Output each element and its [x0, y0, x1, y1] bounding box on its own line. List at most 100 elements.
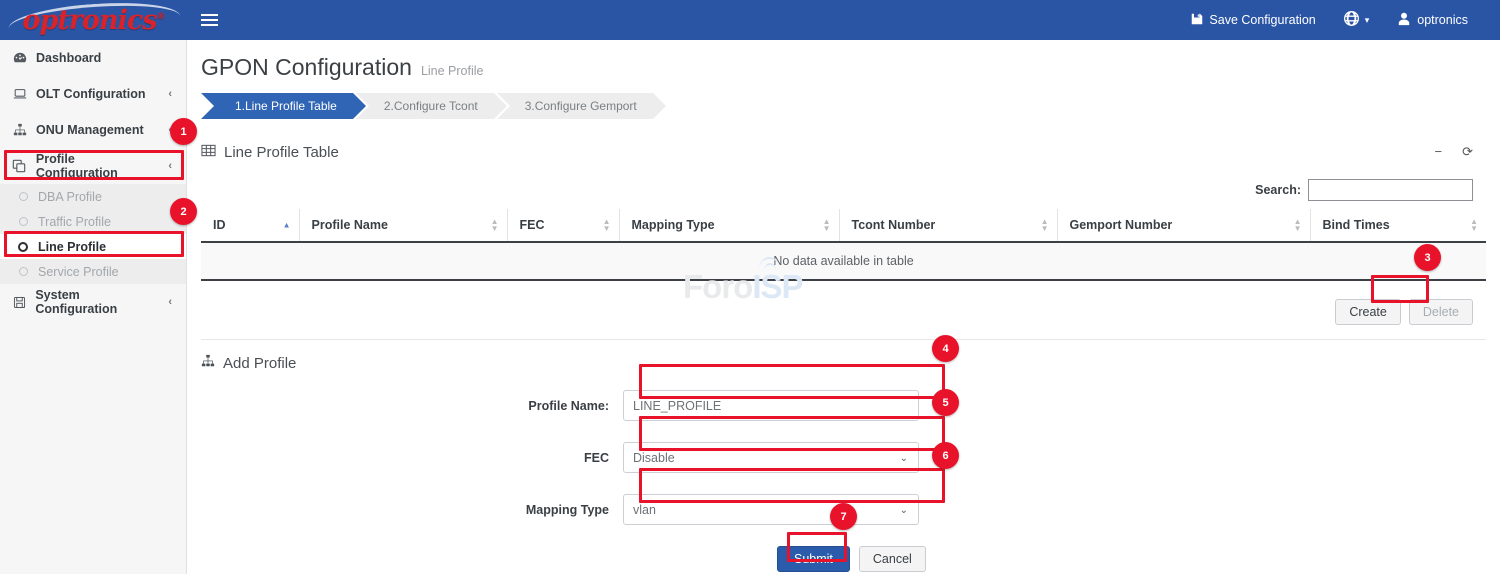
- create-button[interactable]: Create: [1335, 299, 1401, 325]
- annotation-badge-2: 2: [170, 198, 197, 225]
- submit-button[interactable]: Submit: [777, 546, 850, 572]
- hamburger-icon[interactable]: [187, 0, 231, 40]
- table-action-buttons: Create Delete: [201, 299, 1486, 325]
- column-header-bind-times[interactable]: Bind Times ▲▼: [1310, 209, 1486, 242]
- brand-logo[interactable]: optronics®: [0, 0, 187, 40]
- column-header-profile-name[interactable]: Profile Name ▲▼: [299, 209, 507, 242]
- minus-icon[interactable]: −: [1435, 144, 1443, 160]
- annotation-badge-5: 5: [932, 389, 959, 416]
- save-icon: [12, 296, 26, 309]
- sidebar-item-dba-profile[interactable]: DBA Profile: [0, 184, 186, 209]
- page-header: GPON Configuration Line Profile: [187, 40, 1500, 81]
- column-label: Bind Times: [1323, 218, 1390, 232]
- column-header-id[interactable]: ID ▲: [201, 209, 299, 242]
- fec-select[interactable]: Disable: [623, 442, 919, 473]
- sidebar-item-label: DBA Profile: [38, 190, 102, 204]
- column-header-fec[interactable]: FEC ▲▼: [507, 209, 619, 242]
- sidebar-item-system-configuration[interactable]: System Configuration ‹: [0, 284, 186, 320]
- profile-name-label: Profile Name:: [187, 399, 623, 413]
- user-icon: [1397, 12, 1411, 29]
- annotation-badge-4: 4: [932, 335, 959, 362]
- panel-title-label: Line Profile Table: [224, 144, 339, 161]
- step-label: 3.Configure Gemport: [525, 99, 637, 113]
- column-header-mapping-type[interactable]: Mapping Type ▲▼: [619, 209, 839, 242]
- sort-asc-icon: ▲: [283, 222, 291, 229]
- step-tab-1[interactable]: 1.Line Profile Table: [201, 93, 353, 119]
- field-row-fec: FEC Disable ⌄: [187, 442, 1500, 473]
- add-profile-header: Add Profile: [201, 354, 1500, 372]
- column-header-tcont-number[interactable]: Tcont Number ▲▼: [839, 209, 1057, 242]
- annotation-badge-1: 1: [170, 118, 197, 145]
- table-body: No data available in table: [201, 242, 1486, 280]
- add-profile-title: Add Profile: [223, 355, 296, 372]
- annotation-badge-7: 7: [830, 503, 857, 530]
- sidebar-item-label: Line Profile: [38, 240, 106, 254]
- sidebar-nav: Dashboard OLT Configuration ‹ ONU Manage…: [0, 40, 187, 574]
- column-label: Profile Name: [312, 218, 388, 232]
- mapping-type-label: Mapping Type: [187, 503, 623, 517]
- column-label: Tcont Number: [852, 218, 936, 232]
- table-header-row: ID ▲ Profile Name ▲▼ FEC ▲▼ Mapping Ty: [201, 209, 1486, 242]
- sidebar-item-label: Profile Configuration: [36, 152, 159, 180]
- panel-title: Line Profile Table: [201, 143, 339, 162]
- field-row-profile-name: Profile Name:: [187, 390, 1500, 421]
- refresh-icon[interactable]: ⟳: [1462, 144, 1473, 160]
- sort-both-icon: ▲▼: [1294, 218, 1302, 232]
- panel-tools: − ⟳: [1435, 144, 1487, 160]
- sidebar-item-olt-configuration[interactable]: OLT Configuration ‹: [0, 76, 186, 112]
- table-search-row: Search:: [201, 179, 1486, 201]
- radio-circle-icon: [14, 242, 29, 252]
- header-right-tools: Save Configuration ▾ optronics: [1177, 0, 1500, 40]
- section-divider: [201, 339, 1486, 340]
- clone-icon: [12, 159, 27, 173]
- page-subtitle: Line Profile: [421, 64, 484, 78]
- sitemap-icon: [12, 123, 27, 137]
- logo-wordmark: optronics: [22, 5, 156, 36]
- search-input[interactable]: [1308, 179, 1473, 201]
- delete-button[interactable]: Delete: [1409, 299, 1473, 325]
- fec-label: FEC: [187, 451, 623, 465]
- save-configuration-button[interactable]: Save Configuration: [1177, 0, 1329, 40]
- table-icon: [201, 143, 216, 162]
- profile-name-input[interactable]: [623, 390, 919, 421]
- mapping-type-control: vlan ⌄: [623, 494, 919, 525]
- language-selector[interactable]: ▾: [1330, 0, 1384, 40]
- logo-registered-mark: ®: [157, 12, 165, 22]
- column-label: ID: [213, 218, 226, 232]
- wizard-steps: 1.Line Profile Table 2.Configure Tcont 3…: [201, 93, 1266, 119]
- app-root: optronics® Save Configuration ▾: [0, 0, 1500, 574]
- line-profile-table-panel: Line Profile Table − ⟳ Search: ID ▲: [201, 139, 1486, 340]
- sidebar-item-onu-management[interactable]: ONU Management ‹: [0, 112, 186, 148]
- sidebar-item-profile-configuration[interactable]: Profile Configuration ‹: [0, 148, 186, 184]
- column-header-gemport-number[interactable]: Gemport Number ▲▼: [1057, 209, 1310, 242]
- chevron-left-icon: ‹: [168, 160, 172, 172]
- column-label: Mapping Type: [632, 218, 715, 232]
- radio-circle-icon: [14, 217, 29, 226]
- sidebar-item-label: Traffic Profile: [38, 215, 111, 229]
- sidebar-item-label: OLT Configuration: [36, 87, 145, 101]
- sidebar-item-dashboard[interactable]: Dashboard: [0, 40, 186, 76]
- sidebar-item-label: Service Profile: [38, 265, 119, 279]
- sidebar-item-label: ONU Management: [36, 123, 144, 137]
- annotation-badge-6: 6: [932, 442, 959, 469]
- annotation-badge-3: 3: [1414, 244, 1441, 271]
- sidebar-item-line-profile[interactable]: Line Profile: [0, 234, 186, 259]
- sort-both-icon: ▲▼: [603, 218, 611, 232]
- page-title: GPON Configuration: [201, 54, 412, 81]
- radio-circle-icon: [14, 267, 29, 276]
- chevron-left-icon: ‹: [168, 88, 172, 100]
- step-tab-3[interactable]: 3.Configure Gemport: [497, 93, 653, 119]
- cancel-button[interactable]: Cancel: [859, 546, 926, 572]
- step-tab-2[interactable]: 2.Configure Tcont: [356, 93, 494, 119]
- top-header-bar: optronics® Save Configuration ▾: [0, 0, 1500, 40]
- save-configuration-label: Save Configuration: [1209, 13, 1315, 27]
- radio-circle-icon: [14, 192, 29, 201]
- mapping-type-select[interactable]: vlan: [623, 494, 919, 525]
- sidebar-item-service-profile[interactable]: Service Profile: [0, 259, 186, 284]
- user-menu[interactable]: optronics: [1383, 0, 1482, 40]
- fec-control: Disable ⌄: [623, 442, 919, 473]
- globe-icon: [1344, 11, 1359, 29]
- sidebar-item-traffic-profile[interactable]: Traffic Profile: [0, 209, 186, 234]
- step-label: 2.Configure Tcont: [384, 99, 478, 113]
- search-label: Search:: [1255, 183, 1301, 197]
